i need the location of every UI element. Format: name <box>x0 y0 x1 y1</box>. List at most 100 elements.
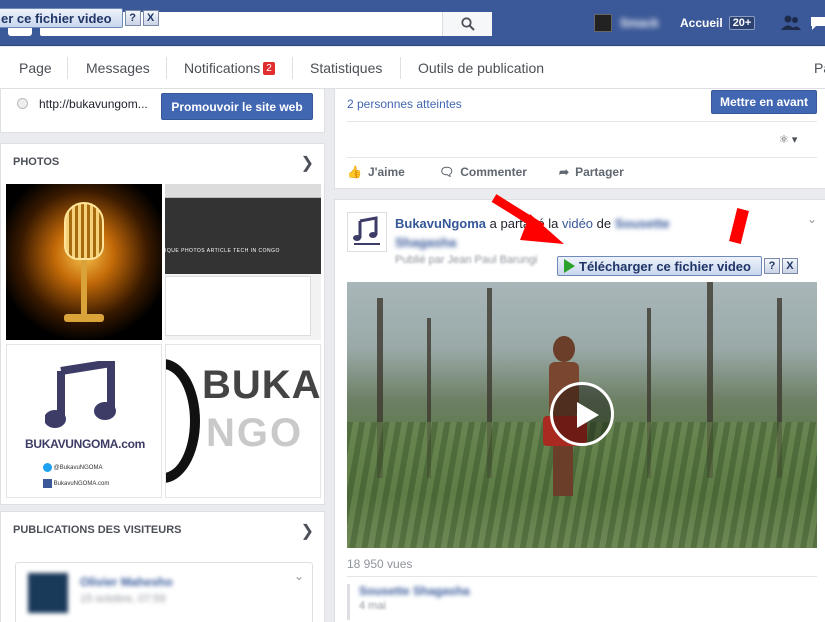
facebook-icon <box>43 479 52 488</box>
boost-post-button[interactable]: Mettre en avant <box>711 90 817 114</box>
photos-card: PHOTOS ❯ IQUE PHOTOS ARTICLE TECH IN CON… <box>0 143 325 505</box>
tab-messages[interactable]: Messages <box>86 47 150 89</box>
visitors-title[interactable]: PUBLICATIONS DES VISITEURS <box>13 524 181 536</box>
divider <box>347 576 817 577</box>
download-video-label: Télécharger ce fichier video <box>579 258 751 274</box>
tab-divider <box>166 57 167 79</box>
share-button[interactable]: ➦ Partager <box>559 165 624 179</box>
play-arrow-icon <box>564 259 575 273</box>
profile-link[interactable]: Smack <box>594 14 659 32</box>
home-count-badge: 20+ <box>728 16 756 30</box>
photo-bukangoma-banner[interactable]: BUKA NGO <box>165 344 321 498</box>
play-icon[interactable] <box>550 382 614 446</box>
red-arrow-annotation-icon <box>491 194 564 244</box>
chevron-right-icon[interactable]: ❯ <box>301 153 314 173</box>
tab-divider <box>400 57 401 79</box>
banner-text-top: BUKA <box>202 363 321 407</box>
dancer-head <box>553 336 575 362</box>
tab-notifications[interactable]: Notifications 2 <box>184 47 275 89</box>
logo-social-facebook: BukavuNGOMA.com <box>43 479 109 488</box>
download-close-button[interactable]: X <box>781 258 798 274</box>
screenshot-page-area <box>165 276 311 336</box>
search-icon <box>460 17 475 31</box>
microphone-graphic <box>64 202 104 260</box>
messages-icon[interactable] <box>810 15 825 31</box>
visitor-date[interactable]: 15 octobre, 07:59 <box>80 593 166 605</box>
home-link[interactable]: Accueil 20+ <box>680 16 756 30</box>
profile-name: Smack <box>620 16 659 30</box>
music-note-icon <box>45 361 116 428</box>
microphone-base <box>64 314 104 322</box>
notifications-count-badge: 2 <box>263 62 275 75</box>
tab-statistics[interactable]: Statistiques <box>310 47 382 89</box>
tab-divider <box>292 57 293 79</box>
screenshot-browser-bar <box>165 184 321 198</box>
website-radio[interactable] <box>17 98 28 109</box>
post-of: de <box>596 216 612 231</box>
share-icon: ➦ <box>559 165 570 179</box>
photo-bukavungoma-logo[interactable]: BUKAVUNGOMA.com @BukavuNGOMA BukavuNGOMA… <box>6 344 162 498</box>
photo-microphone[interactable] <box>6 184 162 340</box>
home-label: Accueil <box>680 16 723 30</box>
logo-brand-text: BUKAVUNGOMA.com <box>25 437 145 451</box>
chevron-down-icon[interactable]: ⌄ <box>807 212 817 226</box>
vinyl-disc-graphic <box>166 359 200 483</box>
promote-website-button[interactable]: Promouvoir le site web <box>161 93 313 120</box>
visitor-avatar[interactable] <box>28 573 68 613</box>
comment-label: Commenter <box>460 165 527 179</box>
previous-post-footer: 2 personnes atteintes Mettre en avant ⚛ … <box>334 89 825 189</box>
page-navigation-tabs: Page Messages Notifications 2 Statistique… <box>0 47 825 89</box>
video-player[interactable] <box>347 282 817 548</box>
download-help-button[interactable]: ? <box>124 10 141 26</box>
comment-author-link[interactable]: Sousette Shagasha <box>359 584 470 598</box>
tab-divider <box>67 57 68 79</box>
video-downloader-toolbar: Télécharger ce fichier video ? X <box>557 255 798 277</box>
profile-picture <box>594 14 612 32</box>
screenshot-dark-window <box>165 198 321 274</box>
divider <box>347 157 817 158</box>
thumbs-up-icon: 👍 <box>347 165 362 179</box>
download-close-button[interactable]: X <box>142 10 159 26</box>
like-button[interactable]: 👍 J'aime <box>347 165 405 179</box>
post-video-link[interactable]: vidéo <box>562 216 593 231</box>
chevron-right-icon[interactable]: ❯ <box>301 521 314 541</box>
post-published-by[interactable]: Publié par Jean Paul Barungi <box>395 254 537 266</box>
screenshot-menu-text: IQUE PHOTOS ARTICLE TECH IN CONGO <box>165 248 280 254</box>
website-card: http://bukavungom... Promouvoir le site … <box>0 89 325 133</box>
post-author-link[interactable]: BukavuNgoma <box>395 216 486 231</box>
download-video-button[interactable]: Télécharger ce fichier video <box>557 256 762 276</box>
twitter-handle: @BukavuNGOMA <box>53 465 103 472</box>
video-downloader-toolbar-top: er ce fichier video ? X <box>0 7 159 29</box>
audience-selector-icon[interactable]: ⚛ ▾ <box>779 133 797 146</box>
download-help-button[interactable]: ? <box>763 258 780 274</box>
music-note-icon <box>353 216 380 245</box>
website-url-link[interactable]: http://bukavungom... <box>39 97 148 111</box>
visitors-posts-card: PUBLICATIONS DES VISITEURS ❯ Olivier Mah… <box>0 511 325 622</box>
comment-quote-bar <box>347 584 350 620</box>
tab-publishing-tools[interactable]: Outils de publication <box>418 47 544 89</box>
tab-notifications-label: Notifications <box>184 60 261 76</box>
photos-title[interactable]: PHOTOS <box>13 156 59 168</box>
friend-requests-icon[interactable] <box>780 15 802 31</box>
tab-page[interactable]: Page <box>19 47 52 89</box>
facebook-handle: BukavuNGOMA.com <box>53 481 110 488</box>
comment-button[interactable]: 🗨 Commenter <box>439 165 527 179</box>
chevron-down-icon[interactable]: ⌄ <box>294 569 304 583</box>
like-label: J'aime <box>367 165 405 179</box>
search-button[interactable] <box>442 12 492 36</box>
share-label: Partager <box>575 165 624 179</box>
visitor-name[interactable]: Olivier Mahesho <box>80 575 173 589</box>
photo-website-screenshot[interactable]: IQUE PHOTOS ARTICLE TECH IN CONGO <box>165 184 321 340</box>
tab-overflow[interactable]: Pa <box>814 47 825 89</box>
microphone-stand <box>81 260 87 316</box>
banner-text-bottom: NGO <box>206 411 304 455</box>
comment-date[interactable]: 4 mai <box>359 600 386 612</box>
download-video-button-clipped[interactable]: er ce fichier video <box>0 8 123 28</box>
visitor-post: Olivier Mahesho 15 octobre, 07:59 ⌄ <box>15 562 313 622</box>
comment-icon: 🗨 <box>439 165 455 179</box>
dancer-legs <box>553 446 573 496</box>
twitter-icon <box>43 463 52 472</box>
logo-social-twitter: @BukavuNGOMA <box>43 463 102 472</box>
page-avatar[interactable] <box>347 212 387 252</box>
reach-count[interactable]: 2 personnes atteintes <box>347 97 462 111</box>
